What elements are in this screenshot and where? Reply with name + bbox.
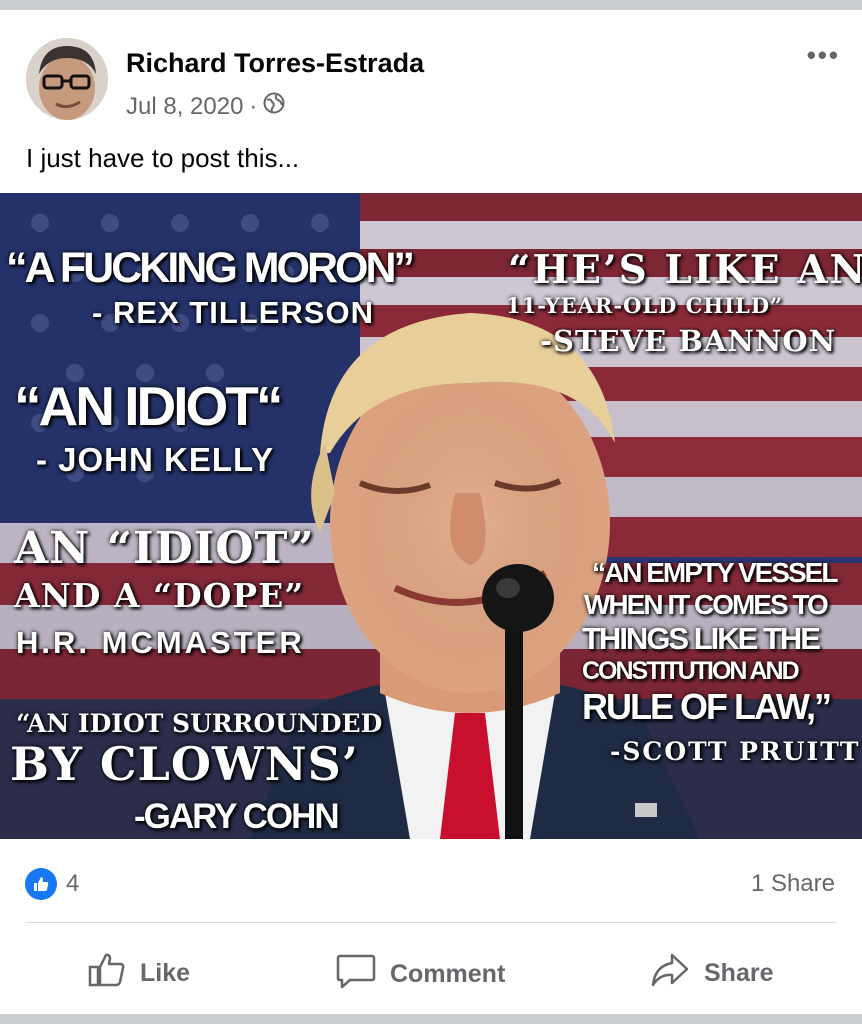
quote-mcmaster-line1: AN “IDIOT” [14,523,315,574]
post-date[interactable]: Jul 8, 2020 [126,93,243,121]
like-button[interactable]: Like [88,952,190,995]
quote-pruitt-line4: CONSTITUTION AND [582,657,800,685]
quote-mcmaster-line2: AND A “DOPE” [14,576,305,615]
quote-pruitt-line2: WHEN IT COMES TO [584,589,829,620]
meta-separator: · [249,92,258,120]
divider [26,922,836,923]
attribution-bannon: -STEVE BANNON [540,324,837,358]
post-text: I just have to post this... [26,143,300,173]
post-image[interactable]: “A FUCKING MORON” - REX TILLERSON “HE’S … [0,193,862,839]
more-options-icon[interactable]: ••• [807,40,840,71]
quote-cohn-line2: BY CLOWNS’ [10,737,359,791]
quote-pruitt-line3: THINGS LIKE THE [582,621,821,656]
share-button[interactable]: Share [650,952,773,995]
like-label: Like [140,959,191,987]
quote-pruitt-line1: “AN EMPTY VESSEL [592,557,838,588]
attribution-tillerson: - REX TILLERSON [92,295,374,330]
attribution-mcmaster: H.R. MCMASTER [16,625,305,660]
thumbs-up-icon [88,952,126,995]
post-stats: 4 1 Share [0,840,862,926]
attribution-cohn: -GARY COHN [134,797,340,836]
globe-icon [263,92,285,121]
reaction-count[interactable]: 4 [66,870,79,898]
quote-bannon-line1: “HE’S LIKE AN [508,247,862,293]
comment-icon [336,952,376,997]
post-actions: Like Comment Share [0,932,862,1012]
comment-label: Comment [390,960,506,988]
attribution-pruitt: -SCOTT PRUITT [610,737,861,766]
share-count[interactable]: 1 Share [751,870,835,898]
quote-bannon-line2: 11-YEAR-OLD CHILD” [506,293,784,318]
comment-button[interactable]: Comment [336,952,505,997]
like-reaction-icon[interactable] [25,868,57,900]
share-label: Share [704,959,774,987]
share-arrow-icon [650,952,690,995]
post-meta: Jul 8, 2020 · [126,92,285,121]
quote-kelly: “AN IDIOT“ [14,375,283,437]
quote-tillerson: “A FUCKING MORON” [6,244,415,292]
quote-cohn-line1: “AN IDIOT SURROUNDED [16,709,383,738]
post-author[interactable]: Richard Torres-Estrada [126,48,424,79]
quote-pruitt-line5: RULE OF LAW,” [582,686,832,727]
attribution-kelly: - JOHN KELLY [36,441,275,478]
avatar[interactable] [26,38,108,120]
